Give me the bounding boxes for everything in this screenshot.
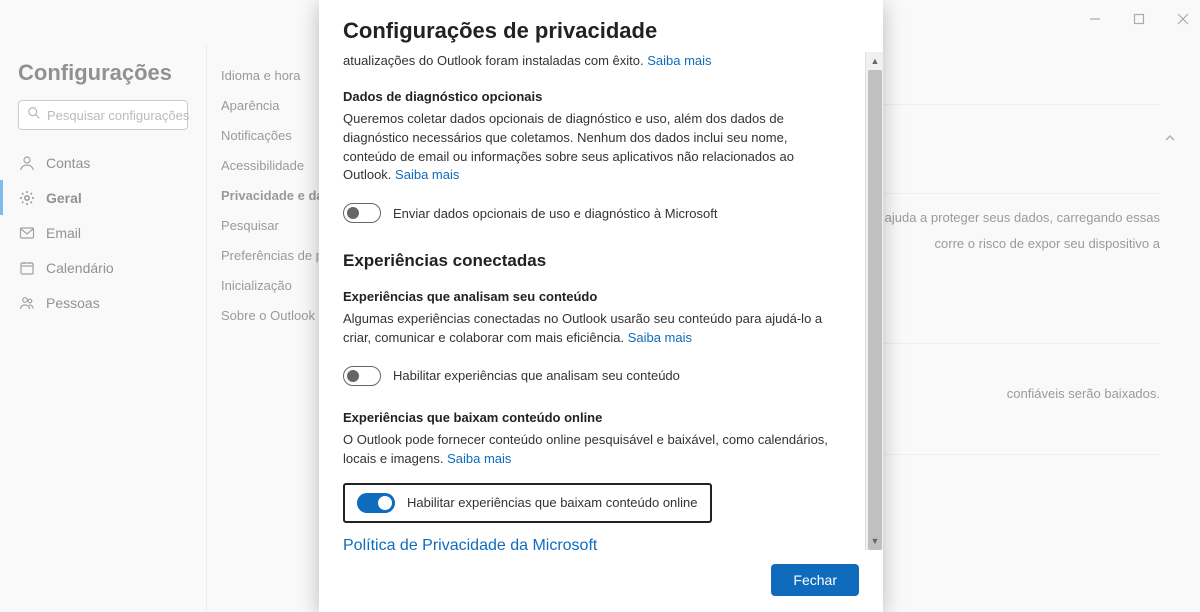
toggle-analyze-label: Habilitar experiências que analisam seu … (393, 368, 680, 383)
analisam-heading: Experiências que analisam seu conteúdo (343, 289, 841, 304)
toggle-row-download-focused: Habilitar experiências que baixam conteú… (343, 483, 712, 523)
saiba-mais-link-2[interactable]: Saiba mais (395, 167, 459, 182)
modal-scroll-area[interactable]: atualizações do Outlook foram instaladas… (319, 52, 865, 550)
dados-text: Queremos coletar dados opcionais de diag… (343, 110, 841, 185)
dados-heading: Dados de diagnóstico opcionais (343, 89, 841, 104)
scroll-down-arrow[interactable]: ▼ (866, 532, 883, 550)
close-button[interactable]: Fechar (771, 564, 859, 596)
toggle-download-content[interactable] (357, 493, 395, 513)
modal-footer: Fechar (319, 550, 883, 612)
conectadas-heading: Experiências conectadas (343, 251, 841, 271)
analisam-body: Algumas experiências conectadas no Outlo… (343, 311, 822, 345)
modal-scrollbar[interactable]: ▲ ▼ (865, 52, 883, 550)
intro-tail: atualizações do Outlook foram instaladas… (343, 53, 644, 68)
toggle-row-diagnostic: Enviar dados opcionais de uso e diagnóst… (343, 197, 841, 229)
baixam-body: O Outlook pode fornecer conteúdo online … (343, 432, 828, 466)
scrollbar-thumb[interactable] (868, 70, 882, 550)
privacy-policy-link[interactable]: Política de Privacidade da Microsoft (343, 537, 597, 550)
modal-body: atualizações do Outlook foram instaladas… (319, 52, 883, 550)
toggle-analyze-content[interactable] (343, 366, 381, 386)
toggle-row-analyze: Habilitar experiências que analisam seu … (343, 360, 841, 392)
toggle-download-label: Habilitar experiências que baixam conteú… (407, 495, 698, 510)
saiba-mais-link-4[interactable]: Saiba mais (447, 451, 511, 466)
privacy-modal: Configurações de privacidade atualizaçõe… (319, 0, 883, 612)
scroll-up-arrow[interactable]: ▲ (866, 52, 883, 70)
modal-title: Configurações de privacidade (319, 0, 883, 52)
saiba-mais-link-1[interactable]: Saiba mais (647, 53, 711, 68)
baixam-heading: Experiências que baixam conteúdo online (343, 410, 841, 425)
saiba-mais-link-3[interactable]: Saiba mais (628, 330, 692, 345)
analisam-text: Algumas experiências conectadas no Outlo… (343, 310, 841, 348)
baixam-text: O Outlook pode fornecer conteúdo online … (343, 431, 841, 469)
intro-text: atualizações do Outlook foram instaladas… (343, 52, 841, 71)
toggle-diagnostic-label: Enviar dados opcionais de uso e diagnóst… (393, 206, 717, 221)
toggle-diagnostic-data[interactable] (343, 203, 381, 223)
